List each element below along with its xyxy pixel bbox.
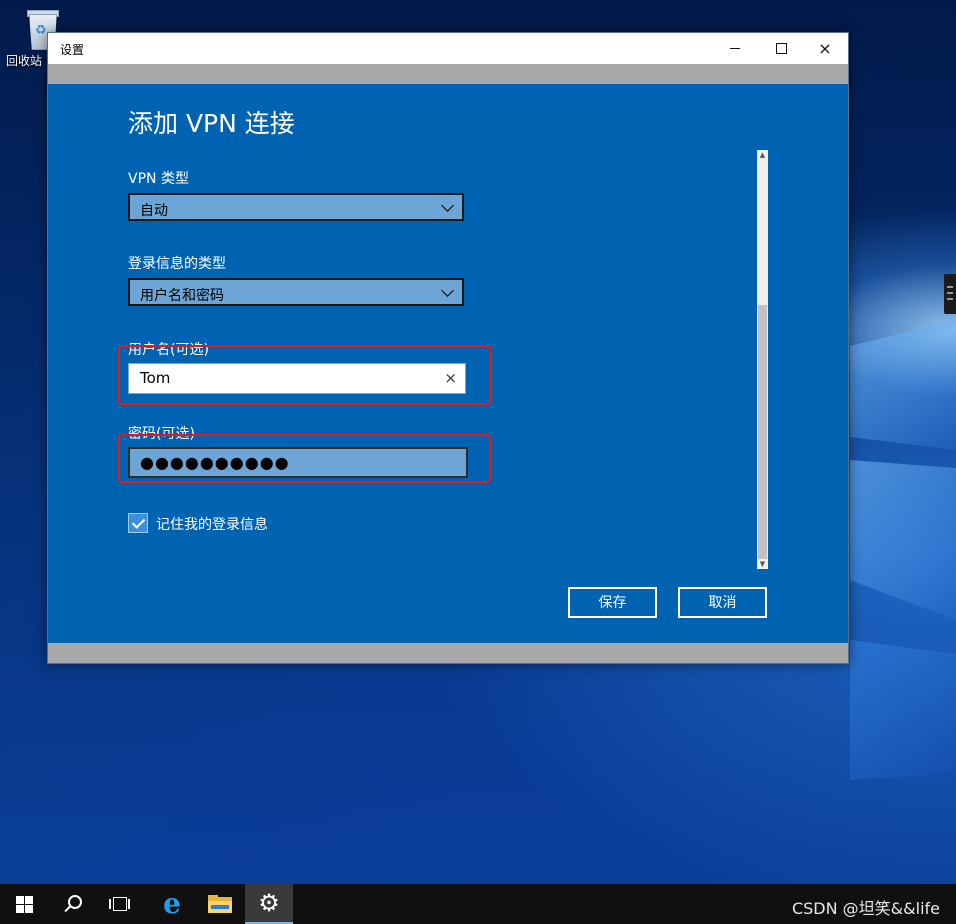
desktop: ♻ 回收站 设置 × 添加 VPN 连接 VPN 类型 自动 登录信息的类型 用… [0,0,956,884]
vpn-type-value: 自动 [140,203,168,219]
file-explorer-button[interactable] [196,884,244,924]
wallpaper-light [850,460,956,620]
add-vpn-panel: 添加 VPN 连接 VPN 类型 自动 登录信息的类型 用户名和密码 用户名(可… [48,84,848,643]
search-icon [63,895,82,913]
folder-icon [208,895,232,913]
dialog-backdrop-top [48,64,848,84]
taskbar: e ⚙ CSDN @坦笑&&life [0,884,956,924]
page-title: 添加 VPN 连接 [128,109,295,138]
windows-logo-icon [15,895,33,913]
title-bar[interactable]: 设置 × [48,33,848,64]
task-view-icon [109,897,131,911]
internet-explorer-button[interactable]: e [148,884,196,924]
close-icon: × [818,38,832,58]
sign-in-type-value: 用户名和密码 [140,288,224,304]
dialog-backdrop-bottom [48,643,848,663]
scroll-thumb[interactable] [758,305,767,559]
highlight-box [118,434,491,483]
wallpaper-light [850,320,956,450]
vpn-type-label: VPN 类型 [128,171,189,187]
chevron-down-icon [441,284,454,297]
task-view-button[interactable] [96,884,144,924]
scroll-down-icon[interactable]: ▼ [757,559,768,569]
remember-label: 记住我的登录信息 [156,517,268,533]
minimize-icon [730,48,740,49]
internet-explorer-icon: e [163,887,181,920]
vpn-type-select[interactable]: 自动 [128,193,464,221]
close-button[interactable]: × [802,33,848,64]
window-title: 设置 [60,43,85,57]
checkmark-icon [131,515,146,529]
recycle-bin-label: 回收站 [6,54,42,68]
search-button[interactable] [48,884,96,924]
settings-taskbar-button[interactable]: ⚙ [245,884,293,924]
watermark: CSDN @坦笑&&life [791,899,940,918]
scrollbar[interactable]: ▲ ▼ [757,150,768,569]
chevron-down-icon [441,199,454,212]
sign-in-type-label: 登录信息的类型 [128,256,226,272]
minimize-button[interactable] [712,33,758,64]
maximize-button[interactable] [758,33,804,64]
highlight-box [118,345,492,405]
remember-checkbox[interactable] [128,513,148,533]
edge-handle[interactable] [944,274,956,314]
save-button[interactable]: 保存 [568,587,657,618]
cancel-button[interactable]: 取消 [678,587,767,618]
sign-in-type-select[interactable]: 用户名和密码 [128,278,464,306]
settings-window: 设置 × 添加 VPN 连接 VPN 类型 自动 登录信息的类型 用户名和密码 … [47,32,849,664]
scroll-up-icon[interactable]: ▲ [757,150,768,160]
start-button[interactable] [0,884,48,924]
gear-icon: ⚙ [258,889,280,917]
maximize-icon [775,43,787,54]
wallpaper-light [850,640,956,780]
